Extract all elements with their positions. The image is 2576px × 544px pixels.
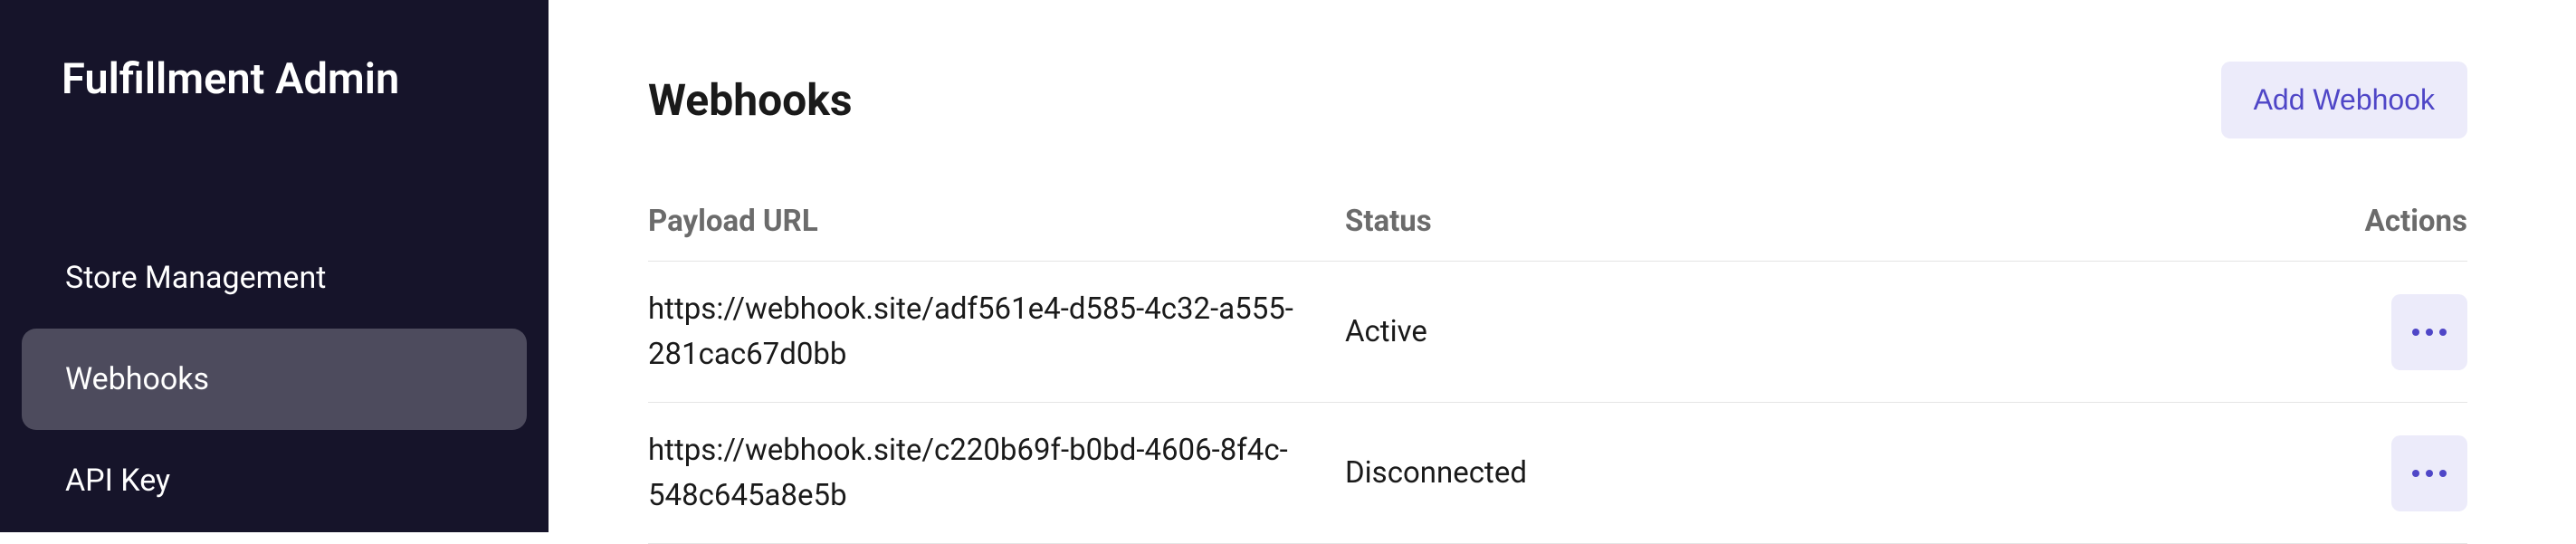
table-row: https://webhook.site/c220b69f-b0bd-4606-…	[648, 403, 2467, 544]
table-header: Payload URL Status Actions	[648, 204, 2467, 262]
sidebar-item-api-key[interactable]: API Key	[22, 430, 527, 531]
row-actions-button[interactable]	[2391, 294, 2467, 370]
sidebar-item-label: Webhooks	[65, 361, 209, 397]
sidebar: Fulfillment Admin Store Management Webho…	[0, 0, 549, 532]
sidebar-item-label: Store Management	[65, 260, 326, 296]
cell-status: Disconnected	[1345, 455, 2323, 491]
sidebar-nav: Store Management Webhooks API Key	[22, 227, 527, 531]
cell-payload-url: https://webhook.site/adf561e4-d585-4c32-…	[648, 287, 1345, 377]
row-actions-button[interactable]	[2391, 435, 2467, 511]
sidebar-item-webhooks[interactable]: Webhooks	[22, 329, 527, 430]
sidebar-item-label: API Key	[65, 463, 170, 499]
main-content: Webhooks Add Webhook Payload URL Status …	[549, 0, 2576, 532]
more-horizontal-icon	[2412, 470, 2447, 477]
column-header-actions: Actions	[2323, 204, 2467, 239]
sidebar-item-store-management[interactable]: Store Management	[22, 227, 527, 329]
cell-payload-url: https://webhook.site/c220b69f-b0bd-4606-…	[648, 428, 1345, 518]
table-row: https://webhook.site/adf561e4-d585-4c32-…	[648, 262, 2467, 403]
cell-actions	[2323, 435, 2467, 511]
page-title: Webhooks	[648, 74, 853, 126]
more-horizontal-icon	[2412, 329, 2447, 336]
page-header: Webhooks Add Webhook	[648, 62, 2467, 138]
column-header-url: Payload URL	[648, 204, 1345, 239]
cell-status: Active	[1345, 314, 2323, 349]
add-webhook-button[interactable]: Add Webhook	[2221, 62, 2467, 138]
column-header-status: Status	[1345, 204, 2323, 239]
app-title: Fulfillment Admin	[22, 54, 527, 104]
cell-actions	[2323, 294, 2467, 370]
